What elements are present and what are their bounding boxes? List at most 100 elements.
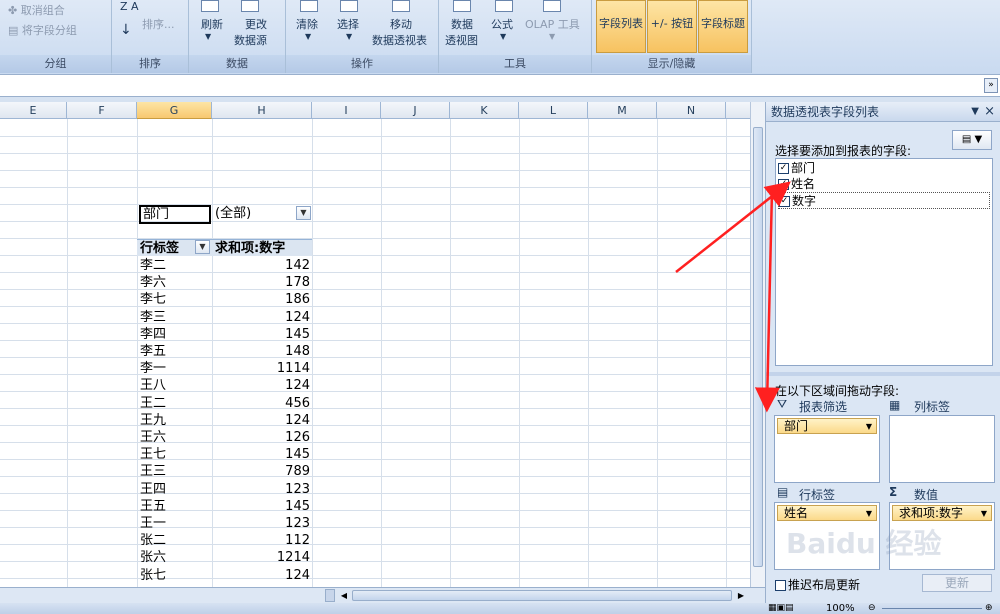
pivot-row-value[interactable]: 142	[212, 257, 310, 274]
pane-splitter[interactable]	[766, 372, 1000, 376]
pivot-row-value[interactable]: 123	[212, 515, 310, 532]
pivot-row-value[interactable]: 145	[212, 498, 310, 515]
normal-view-icon[interactable]: ▦▣▤	[768, 603, 794, 614]
scroll-right-icon[interactable]: ▶	[735, 589, 747, 602]
pivot-chart-button-l1[interactable]: 数据	[451, 16, 473, 32]
az-sort-button[interactable]: Z A	[120, 0, 139, 13]
formula-dropdown-icon[interactable]: ▼	[500, 32, 506, 41]
pivot-row-value[interactable]: 456	[212, 395, 310, 412]
column-header-f[interactable]: F	[67, 102, 137, 119]
field-headers-toggle[interactable]: 字段标题	[698, 0, 748, 53]
clear-dropdown-icon[interactable]: ▼	[305, 32, 311, 41]
zoom-slider[interactable]	[882, 608, 982, 609]
pivot-row-label[interactable]: 王二	[140, 395, 210, 412]
field-item[interactable]: ✓ 数字	[778, 192, 990, 209]
chip-dropdown-icon[interactable]: ▼	[981, 506, 987, 521]
zoom-level[interactable]: 100%	[826, 603, 855, 614]
zoom-in-icon[interactable]: ⊕	[985, 603, 993, 614]
refresh-button[interactable]: 刷新	[201, 16, 223, 32]
pivot-row-label[interactable]: 王一	[140, 515, 210, 532]
update-button[interactable]: 更新	[922, 574, 992, 592]
column-header-i[interactable]: I	[312, 102, 381, 119]
pivot-row-label[interactable]: 张二	[140, 532, 210, 549]
pivot-row-label[interactable]: 张六	[140, 549, 210, 566]
pivot-row-value[interactable]: 124	[212, 412, 310, 429]
pivot-row-label[interactable]: 李五	[140, 343, 210, 360]
pivot-row-value[interactable]: 145	[212, 446, 310, 463]
split-handle[interactable]	[325, 589, 335, 602]
field-item[interactable]: ✓ 部门	[778, 160, 990, 177]
pivot-row-value[interactable]: 145	[212, 326, 310, 343]
pivot-row-label[interactable]: 王三	[140, 463, 210, 480]
pivot-row-label[interactable]: 李三	[140, 309, 210, 326]
column-header-j[interactable]: J	[381, 102, 450, 119]
move-pivot-button-l2[interactable]: 数据透视表	[372, 32, 427, 48]
field-list-toggle[interactable]: 字段列表	[596, 0, 646, 53]
pivot-row-label[interactable]: 李六	[140, 274, 210, 291]
clear-button[interactable]: 清除	[296, 16, 318, 32]
column-header-n[interactable]: N	[657, 102, 726, 119]
change-source-button-l2[interactable]: 数据源	[234, 32, 267, 48]
chip-dropdown-icon[interactable]: ▼	[866, 506, 872, 521]
pivot-row-label[interactable]: 王七	[140, 446, 210, 463]
pivot-row-value[interactable]: 186	[212, 291, 310, 308]
column-labels-zone[interactable]	[889, 415, 995, 483]
expand-formula-bar-icon[interactable]: »	[984, 78, 998, 93]
formula-button[interactable]: 公式	[491, 16, 513, 32]
za-sort-icon[interactable]: ↓	[120, 22, 132, 38]
column-header-l[interactable]: L	[519, 102, 588, 119]
pivot-row-value[interactable]: 112	[212, 532, 310, 549]
row-chip-name[interactable]: 姓名 ▼	[777, 505, 877, 521]
pivot-row-label[interactable]: 李一	[140, 360, 210, 377]
pivot-row-value[interactable]: 124	[212, 377, 310, 394]
pivot-row-value[interactable]: 124	[212, 309, 310, 326]
pivot-filter-field-cell[interactable]: 部门	[139, 205, 211, 224]
value-chip-sum[interactable]: 求和项:数字 ▼	[892, 505, 992, 521]
zoom-out-icon[interactable]: ⊖	[868, 603, 876, 614]
pivot-row-value[interactable]: 1114	[212, 360, 310, 377]
chip-dropdown-icon[interactable]: ▼	[866, 419, 872, 434]
layout-options-icon[interactable]: ▤ ▼	[952, 130, 992, 150]
field-item[interactable]: ✓ 姓名	[778, 176, 990, 193]
column-header-g[interactable]: G	[137, 102, 212, 119]
column-header-m[interactable]: M	[588, 102, 657, 119]
defer-update-checkbox[interactable]: 推迟布局更新	[775, 576, 860, 593]
pivot-row-value[interactable]: 1214	[212, 549, 310, 566]
pivot-row-label[interactable]: 王五	[140, 498, 210, 515]
row-label-dropdown-icon[interactable]: ▼	[195, 240, 210, 254]
select-dropdown-icon[interactable]: ▼	[346, 32, 352, 41]
pivot-row-label[interactable]: 李七	[140, 291, 210, 308]
pivot-row-label[interactable]: 王九	[140, 412, 210, 429]
column-header-h[interactable]: H	[212, 102, 312, 119]
refresh-dropdown-icon[interactable]: ▼	[205, 32, 211, 41]
pivot-row-label[interactable]: 王六	[140, 429, 210, 446]
pivot-row-value[interactable]: 126	[212, 429, 310, 446]
pivot-row-label[interactable]: 李二	[140, 257, 210, 274]
pivot-row-label[interactable]: 李四	[140, 326, 210, 343]
pivot-row-label[interactable]: 王八	[140, 377, 210, 394]
select-button[interactable]: 选择	[337, 16, 359, 32]
sort-button[interactable]: 排序...	[142, 16, 175, 32]
pivot-row-label[interactable]: 王四	[140, 481, 210, 498]
pivot-chart-button-l2[interactable]: 透视图	[445, 32, 478, 48]
worksheet[interactable]: E F G H I J K L M N 部门 (全部) ▼ 行标签 ▼ 求和项:…	[0, 102, 750, 587]
move-pivot-button-l1[interactable]: 移动	[390, 16, 412, 32]
close-icon[interactable]: ×	[984, 102, 995, 122]
formula-bar[interactable]: »	[0, 75, 1000, 97]
pivot-row-label[interactable]: 张七	[140, 567, 210, 584]
column-header-e[interactable]: E	[0, 102, 67, 119]
pivot-row-value[interactable]: 148	[212, 343, 310, 360]
vertical-scroll-thumb[interactable]	[753, 127, 763, 567]
pivot-row-value[interactable]: 124	[212, 567, 310, 584]
vertical-scrollbar[interactable]	[750, 102, 765, 587]
column-header-k[interactable]: K	[450, 102, 519, 119]
pivot-row-value[interactable]: 123	[212, 481, 310, 498]
filter-chip-department[interactable]: 部门 ▼	[777, 418, 877, 434]
plus-minus-buttons-toggle[interactable]: +/- 按钮	[647, 0, 697, 53]
filter-dropdown-icon[interactable]: ▼	[296, 206, 311, 220]
olap-tools-button[interactable]: OLAP 工具	[525, 16, 580, 32]
pane-dropdown-icon[interactable]: ▼	[971, 102, 979, 122]
field-checkbox-icon[interactable]: ✓	[778, 179, 789, 190]
olap-dropdown-icon[interactable]: ▼	[549, 32, 555, 41]
report-filter-zone[interactable]: 部门 ▼	[774, 415, 880, 483]
